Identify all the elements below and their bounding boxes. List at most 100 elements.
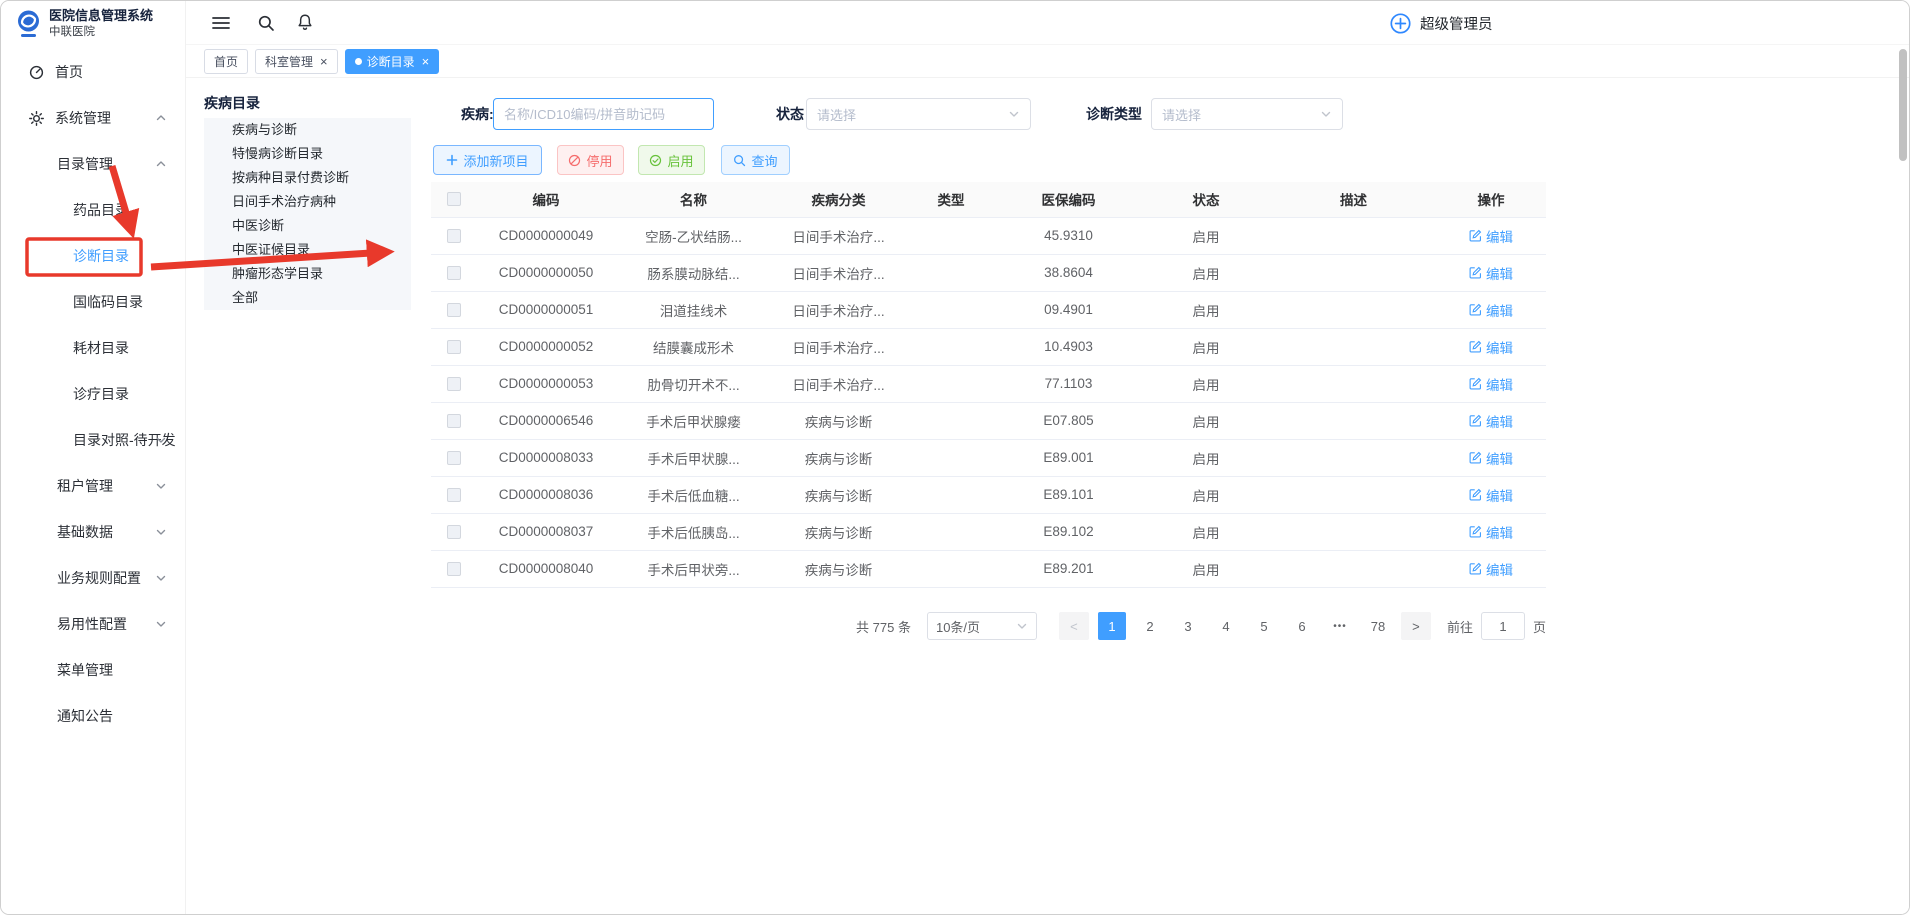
chevron-down-icon	[1008, 108, 1020, 120]
edit-button[interactable]: 编辑	[1469, 374, 1513, 394]
sidebar-item-6[interactable]: 耗材目录	[1, 325, 185, 371]
cell-action: 编辑	[1436, 217, 1546, 254]
row-checkbox[interactable]	[447, 414, 461, 428]
cell-name: 手术后甲状腺...	[616, 439, 771, 476]
catalog-item-6[interactable]: 肿瘤形态学目录	[204, 262, 411, 286]
row-checkbox[interactable]	[447, 340, 461, 354]
edit-button[interactable]: 编辑	[1469, 559, 1513, 579]
sidebar-item-7[interactable]: 诊疗目录	[1, 371, 185, 417]
row-checkbox[interactable]	[447, 562, 461, 576]
sidebar-item-11[interactable]: 业务规则配置	[1, 555, 185, 601]
row-select-cell	[431, 328, 476, 365]
goto-page-input[interactable]	[1481, 612, 1525, 640]
row-select-cell	[431, 476, 476, 513]
row-checkbox[interactable]	[447, 525, 461, 539]
edit-button[interactable]: 编辑	[1469, 448, 1513, 468]
row-checkbox[interactable]	[447, 229, 461, 243]
edit-button[interactable]: 编辑	[1469, 300, 1513, 320]
cell-status: 启用	[1141, 476, 1271, 513]
column-header: 疾病分类	[771, 182, 906, 217]
close-icon[interactable]: ×	[320, 55, 328, 68]
enable-button[interactable]: 启用	[638, 145, 705, 175]
edit-button[interactable]: 编辑	[1469, 337, 1513, 357]
row-checkbox[interactable]	[447, 377, 461, 391]
cell-category: 日间手术治疗...	[771, 328, 906, 365]
tab-2[interactable]: 诊断目录×	[345, 49, 440, 74]
sidebar-item-14[interactable]: 通知公告	[1, 693, 185, 739]
sidebar-item-5[interactable]: 国临码目录	[1, 279, 185, 325]
row-checkbox[interactable]	[447, 451, 461, 465]
scrollbar-thumb[interactable]	[1899, 49, 1907, 161]
edit-icon	[1469, 414, 1482, 427]
edit-button[interactable]: 编辑	[1469, 263, 1513, 283]
page-number-button[interactable]: 5	[1250, 612, 1278, 640]
user-menu[interactable]: 超级管理员	[1389, 1, 1493, 45]
catalog-item-2[interactable]: 按病种目录付费诊断	[204, 166, 411, 190]
search-icon	[733, 154, 746, 167]
select-all-checkbox[interactable]	[447, 192, 461, 206]
cell-action: 编辑	[1436, 402, 1546, 439]
cell-category: 疾病与诊断	[771, 550, 906, 587]
sidebar-item-9[interactable]: 租户管理	[1, 463, 185, 509]
sidebar-item-2[interactable]: 目录管理	[1, 141, 185, 187]
page-number-button[interactable]: 6	[1288, 612, 1316, 640]
sidebar-item-4[interactable]: 诊断目录	[1, 233, 185, 279]
close-icon[interactable]: ×	[422, 55, 430, 68]
sidebar-item-12[interactable]: 易用性配置	[1, 601, 185, 647]
sidebar-item-10[interactable]: 基础数据	[1, 509, 185, 555]
page-size-select[interactable]: 10条/页	[927, 612, 1037, 640]
table-row: CD0000000049空肠-乙状结肠...日间手术治疗...45.9310启用…	[431, 217, 1546, 254]
edit-button[interactable]: 编辑	[1469, 411, 1513, 431]
diagnosis-type-select[interactable]: 请选择	[1151, 98, 1343, 130]
sidebar-item-0[interactable]: 首页	[1, 49, 185, 95]
sidebar-item-13[interactable]: 菜单管理	[1, 647, 185, 693]
logo-area: 医院信息管理系统 中联医院	[1, 1, 185, 43]
sidebar-item-label: 易用性配置	[57, 614, 127, 634]
disease-search-input[interactable]	[493, 98, 714, 130]
catalog-item-4[interactable]: 中医诊断	[204, 214, 411, 238]
table-row: CD0000000053肋骨切开术不...日间手术治疗...77.1103启用编…	[431, 365, 1546, 402]
sidebar-item-8[interactable]: 目录对照-待开发	[1, 417, 185, 463]
row-checkbox[interactable]	[447, 303, 461, 317]
collapse-menu-icon[interactable]	[212, 15, 230, 36]
disable-label: 停用	[586, 151, 612, 170]
cell-status: 启用	[1141, 291, 1271, 328]
cell-action: 编辑	[1436, 254, 1546, 291]
row-checkbox[interactable]	[447, 266, 461, 280]
search-icon[interactable]	[257, 14, 275, 37]
page-number-button[interactable]: 2	[1136, 612, 1164, 640]
cell-description	[1271, 476, 1436, 513]
tab-0[interactable]: 首页	[204, 49, 248, 74]
edit-button[interactable]: 编辑	[1469, 226, 1513, 246]
sidebar-item-3[interactable]: 药品目录	[1, 187, 185, 233]
page-number-button[interactable]: 4	[1212, 612, 1240, 640]
column-header: 类型	[906, 182, 996, 217]
cell-code: CD0000008036	[476, 476, 616, 513]
catalog-item-0[interactable]: 疾病与诊断	[204, 118, 411, 142]
prev-page-button[interactable]: <	[1059, 612, 1089, 640]
catalog-item-5[interactable]: 中医证候目录	[204, 238, 411, 262]
cell-insurance_code: E89.102	[996, 513, 1141, 550]
status-select[interactable]: 请选择	[806, 98, 1031, 130]
add-item-button[interactable]: 添加新项目	[433, 145, 542, 175]
disable-button[interactable]: 停用	[557, 145, 624, 175]
app-logo-icon	[15, 9, 42, 39]
column-header: 医保编码	[996, 182, 1141, 217]
catalog-item-7[interactable]: 全部	[204, 286, 411, 310]
tab-1[interactable]: 科室管理×	[255, 49, 338, 74]
page-number-button[interactable]: 1	[1098, 612, 1126, 640]
edit-button[interactable]: 编辑	[1469, 522, 1513, 542]
page-number-button[interactable]: 3	[1174, 612, 1202, 640]
edit-button[interactable]: 编辑	[1469, 485, 1513, 505]
tabbar: 首页科室管理× 诊断目录×	[186, 45, 1910, 78]
row-checkbox[interactable]	[447, 488, 461, 502]
row-select-cell	[431, 254, 476, 291]
disease-filter-label: 疾病:	[461, 98, 494, 130]
bell-icon[interactable]	[296, 13, 314, 37]
query-button[interactable]: 查询	[721, 145, 790, 175]
page-number-button[interactable]: 78	[1364, 612, 1392, 640]
catalog-item-1[interactable]: 特慢病诊断目录	[204, 142, 411, 166]
sidebar-item-1[interactable]: 系统管理	[1, 95, 185, 141]
catalog-item-3[interactable]: 日间手术治疗病种	[204, 190, 411, 214]
next-page-button[interactable]: >	[1401, 612, 1431, 640]
